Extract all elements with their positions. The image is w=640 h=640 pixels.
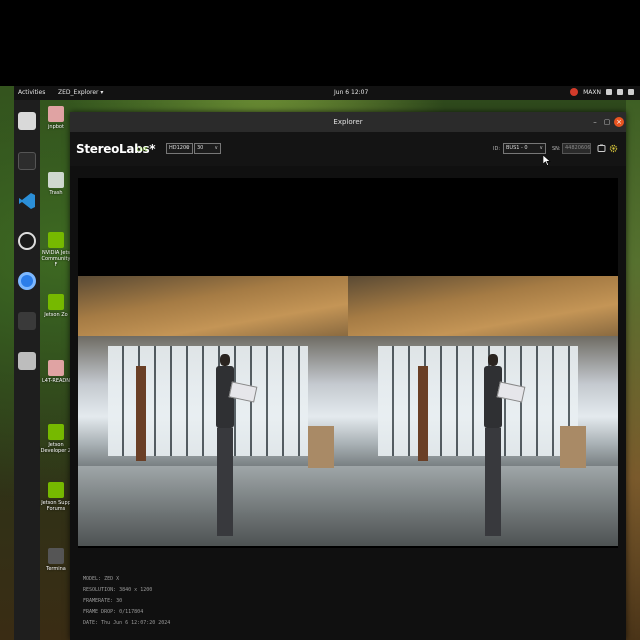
maximize-button[interactable]: ▢ (602, 117, 612, 127)
nvidia-icon[interactable] (570, 88, 579, 96)
network-icon[interactable] (606, 89, 612, 95)
info-date: DATE: Thu Jun 6 12:07:20 2024 (83, 620, 171, 626)
mouse-cursor-icon (543, 155, 551, 166)
activities-button[interactable]: Activities (18, 89, 45, 96)
trash-icon (48, 172, 64, 188)
desktop-icon-label: NVIDIA Jets Community F (41, 250, 71, 268)
nvidia-icon (48, 424, 64, 440)
sn-label: SN: (552, 146, 561, 152)
drive-icon[interactable] (18, 352, 36, 370)
window-title: Explorer (333, 118, 363, 126)
system-tray[interactable]: MAXN (570, 88, 634, 96)
live-indicator: LIVE (137, 147, 148, 153)
desktop-icon-jetson-zoo[interactable]: Jetson Zo (40, 294, 72, 318)
info-resolution: RESOLUTION: 3840 x 1200 (83, 587, 153, 593)
person-head (220, 354, 230, 366)
desktop-icon-label: Trash (49, 190, 63, 196)
fps-value: 30 (197, 145, 204, 151)
desktop-icon-l4t-readme[interactable]: L4T-READN (40, 360, 72, 384)
chevron-down-icon: ∨ (214, 145, 218, 151)
desktop-icon-trash[interactable]: Trash (40, 172, 72, 196)
apps-icon[interactable] (18, 312, 36, 330)
serial-number-value: 44820606 (565, 145, 591, 151)
scene-ceiling (78, 276, 348, 336)
close-button[interactable]: × (614, 117, 624, 127)
volume-icon[interactable] (617, 89, 623, 95)
info-framerate: FRAMERATE: 30 (83, 598, 123, 604)
power-mode-label[interactable]: MAXN (583, 89, 601, 96)
nvidia-icon (48, 294, 64, 310)
desktop-icon-label: jnpbot (48, 124, 64, 130)
scene-person (212, 354, 258, 544)
terminal-icon (48, 548, 64, 564)
right-camera-image (348, 276, 618, 546)
scene-ceiling (348, 276, 618, 336)
scene-pillar (418, 366, 428, 461)
fps-select[interactable]: 30 ∨ (194, 143, 221, 154)
info-frame-drop: FRAME DROP: 0/117804 (83, 609, 144, 615)
scene-kiosk (308, 426, 334, 468)
folder-icon (48, 360, 64, 376)
vscode-icon[interactable] (18, 192, 36, 210)
folder-icon (48, 106, 64, 122)
top-bar: Activities ZED_Explorer ▾ Jun 6 12:07 MA… (14, 86, 640, 100)
chevron-down-icon: ∨ (186, 145, 190, 151)
scene-person (480, 354, 526, 544)
nvidia-icon (48, 232, 64, 248)
scene-kiosk (560, 426, 586, 468)
obs-icon[interactable] (18, 232, 36, 250)
info-model: MODEL: ZED X (83, 576, 120, 582)
person-head (488, 354, 498, 366)
explorer-window: Explorer – ▢ × StereoLabs* LIVE HD1200 ∨… (70, 112, 626, 640)
gear-icon[interactable] (609, 144, 618, 153)
window-titlebar[interactable]: Explorer – ▢ × (70, 112, 626, 132)
desktop-icon-label: Termina (46, 566, 66, 572)
desktop-icon-label: Jetson Zo (44, 312, 68, 318)
camera-id-value: BUS1 - 0 (506, 145, 528, 151)
stereo-video-viewport[interactable] (78, 178, 618, 548)
dock (14, 100, 40, 640)
chevron-down-icon: ∨ (539, 145, 543, 151)
power-icon[interactable] (628, 89, 634, 95)
id-label: ID: (493, 146, 501, 152)
desktop-icon-jetson-support[interactable]: Jetson Supp Forums (40, 482, 72, 512)
app-menu[interactable]: ZED_Explorer ▾ (58, 89, 103, 96)
clock[interactable]: Jun 6 12:07 (334, 89, 368, 96)
chromium-icon[interactable] (18, 272, 36, 290)
person-legs (485, 428, 501, 536)
screen: Activities ZED_Explorer ▾ Jun 6 12:07 MA… (0, 0, 640, 640)
desktop-icon-terminal[interactable]: Termina (40, 548, 72, 572)
scene-window-wall (378, 346, 578, 456)
left-camera-image (78, 276, 348, 546)
terminal-icon[interactable] (18, 152, 36, 170)
desktop-icon-label: Jetson Supp Forums (41, 500, 71, 512)
camera-info-panel: MODEL: ZED X RESOLUTION: 3840 x 1200 FRA… (83, 574, 170, 629)
desktop-icon-nvidia-community[interactable]: NVIDIA Jets Community F (40, 232, 72, 268)
desktop-icon-label: L4T-READN (41, 378, 70, 384)
camera-id-select[interactable]: BUS1 - 0 ∨ (503, 143, 546, 154)
files-icon[interactable] (18, 112, 36, 130)
desktop-icon-jnpbot[interactable]: jnpbot (40, 106, 72, 130)
minimize-button[interactable]: – (590, 117, 600, 127)
desktop-wallpaper-edge (626, 100, 640, 640)
scene-pillar (136, 366, 146, 461)
resolution-select[interactable]: HD1200 ∨ (166, 143, 193, 154)
record-icon[interactable] (597, 144, 606, 153)
nvidia-icon (48, 482, 64, 498)
desktop-icon-label: Jetson Developer Z (40, 442, 72, 454)
serial-number-field[interactable]: 44820606 (562, 143, 591, 154)
desktop-icon-jetson-developer[interactable]: Jetson Developer Z (40, 424, 72, 454)
person-legs (217, 428, 233, 536)
